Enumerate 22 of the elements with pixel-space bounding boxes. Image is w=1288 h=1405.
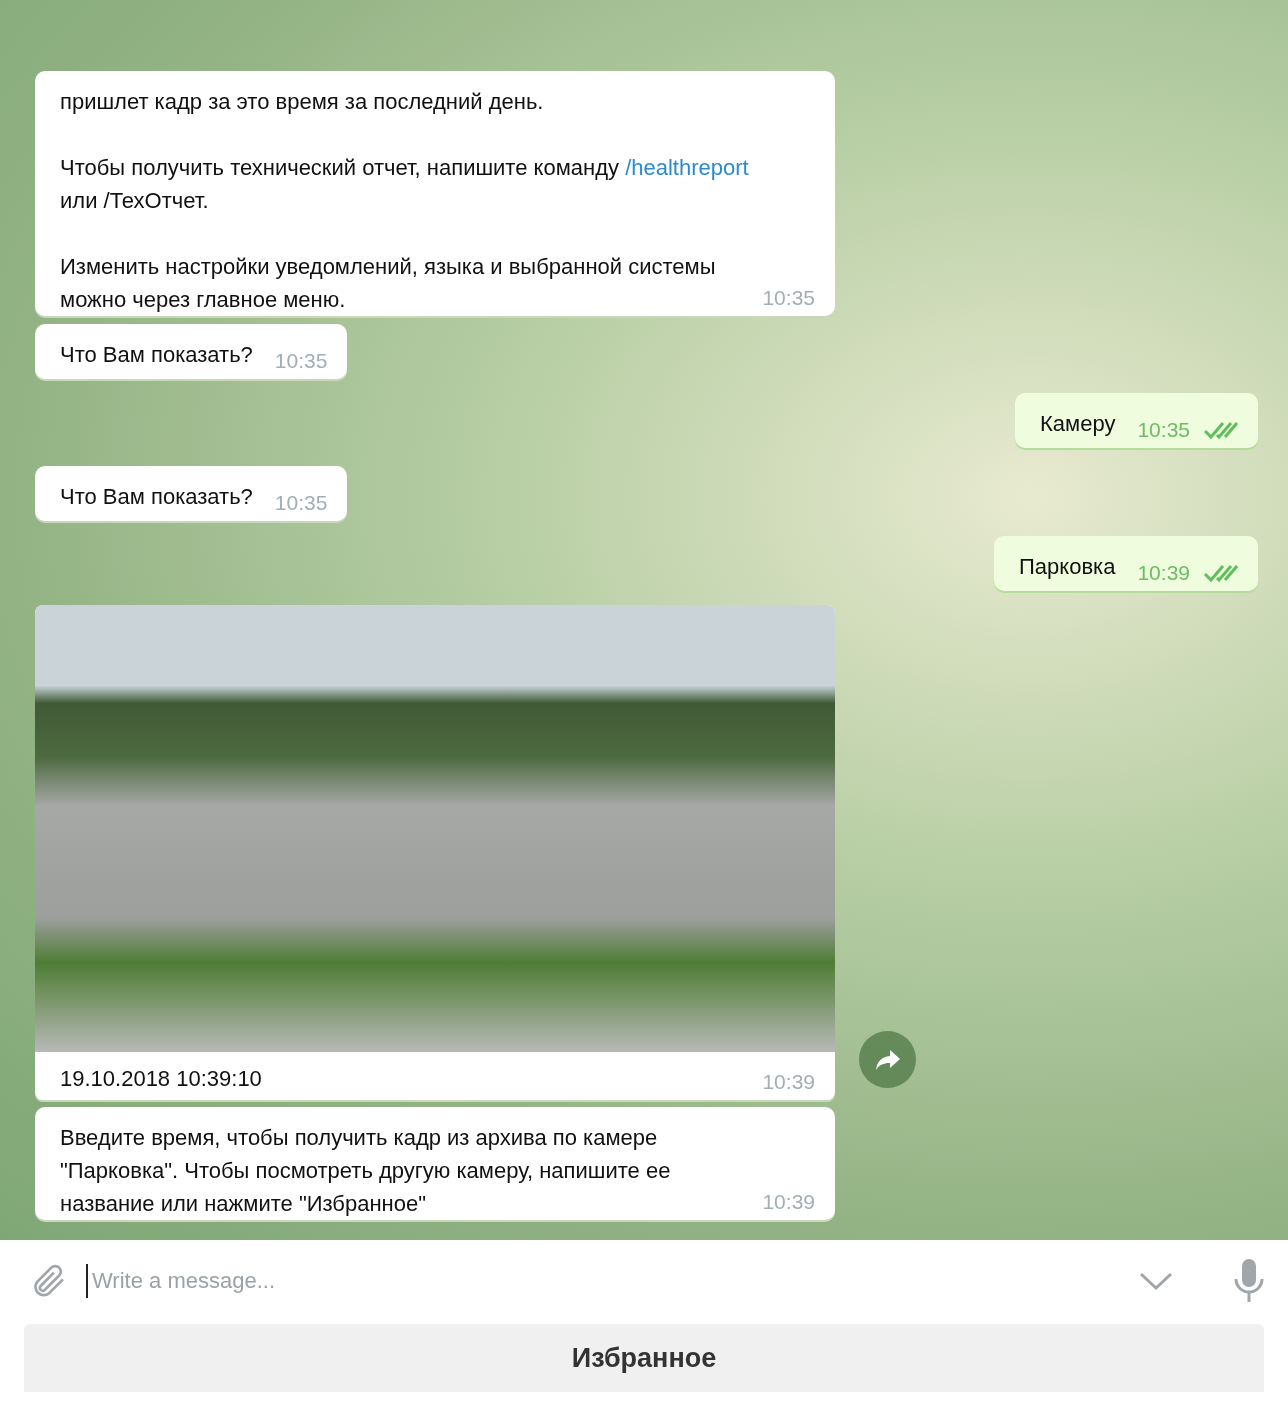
message-time: 10:39 [1137,561,1190,585]
message-time: 10:39 [762,1190,815,1214]
message-time: 10:35 [274,349,328,373]
message-text: Что Вам показать? [60,341,253,369]
message-time: 10:39 [762,1070,815,1094]
message-text: Что Вам показать? [60,483,253,511]
message-time: 10:35 [274,491,328,515]
microphone-icon[interactable] [1232,1258,1266,1304]
message-time: 10:35 [762,286,815,310]
message-text: Изменить настройки уведомлений, языка и выбранной системы можно через главное меню. [60,253,717,314]
photo-caption: 19.10.2018 10:39:10 [60,1066,262,1092]
message-text: Парковка [1019,553,1116,581]
command-link[interactable]: /healthreport [625,155,749,180]
forward-button[interactable] [859,1031,916,1088]
message-text: Введите время, чтобы получить кадр из архива по камере "Парковка". Чтобы посмотреть другую камеру, напишите ее название или нажмите "Избранное" [60,1124,672,1218]
share-arrow-icon [874,1048,901,1071]
message-text: пришлет кадр за это время за последний день. [60,88,545,116]
message-text: Чтобы получить технический отчет, напишите команду /healthreport или /ТехОтчет. [60,154,750,215]
chevron-down-icon[interactable] [1138,1271,1174,1291]
message-text: Камеру [1040,410,1116,438]
message-time: 10:35 [1137,418,1190,442]
keyboard-button[interactable]: Избранное [24,1324,1264,1392]
